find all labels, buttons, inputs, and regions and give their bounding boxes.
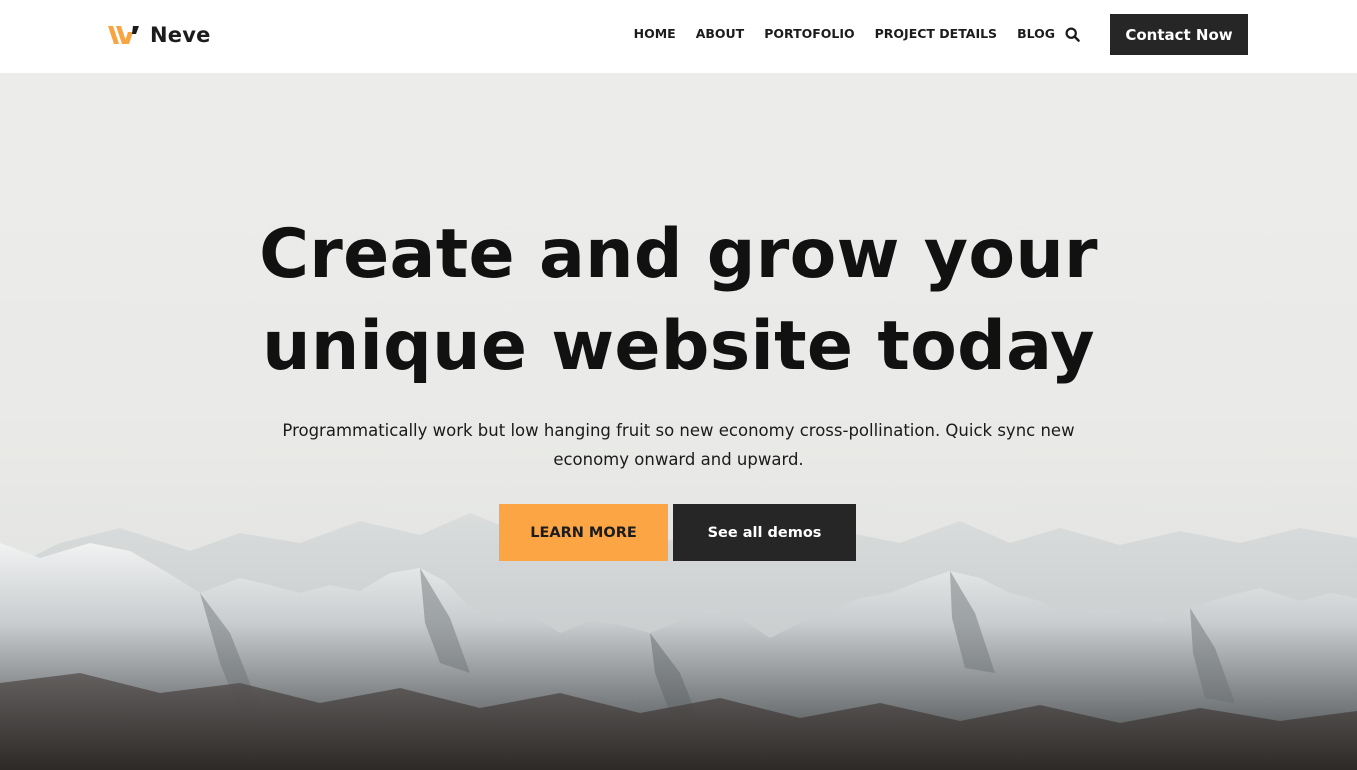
contact-now-button[interactable]: Contact Now: [1110, 14, 1248, 55]
nav-link-about[interactable]: ABOUT: [696, 25, 745, 43]
nav-link-home[interactable]: HOME: [634, 25, 676, 43]
learn-more-button[interactable]: LEARN MORE: [499, 504, 668, 561]
hero-subtitle: Programmatically work but low hanging fr…: [282, 421, 1075, 469]
site-header: Neve HOME ABOUT PORTOFOLIO PROJECT DETAI…: [0, 0, 1357, 73]
see-all-demos-button[interactable]: See all demos: [673, 504, 856, 561]
logo-text: Neve: [150, 23, 211, 47]
nav-link-portfolio[interactable]: PORTOFOLIO: [764, 25, 854, 43]
nav-link-blog[interactable]: BLOG: [1017, 25, 1055, 43]
hero-section: Create and grow your unique website toda…: [0, 73, 1357, 770]
neve-logo-icon: [108, 26, 139, 44]
site-logo[interactable]: Neve: [108, 20, 211, 50]
hero-title-line-2: unique website today: [262, 307, 1095, 386]
main-nav: HOME ABOUT PORTOFOLIO PROJECT DETAILS BL…: [634, 25, 1055, 43]
hero-title: Create and grow your unique website toda…: [0, 209, 1357, 393]
nav-link-project-details[interactable]: PROJECT DETAILS: [875, 25, 997, 43]
nav-item-portfolio: PORTOFOLIO: [764, 25, 854, 43]
nav-item-project-details: PROJECT DETAILS: [875, 25, 997, 43]
nav-item-about: ABOUT: [696, 25, 745, 43]
hero-title-line-1: Create and grow your: [259, 215, 1098, 294]
nav-item-blog: BLOG: [1017, 25, 1055, 43]
search-icon[interactable]: [1064, 26, 1082, 44]
nav-item-home: HOME: [634, 25, 676, 43]
